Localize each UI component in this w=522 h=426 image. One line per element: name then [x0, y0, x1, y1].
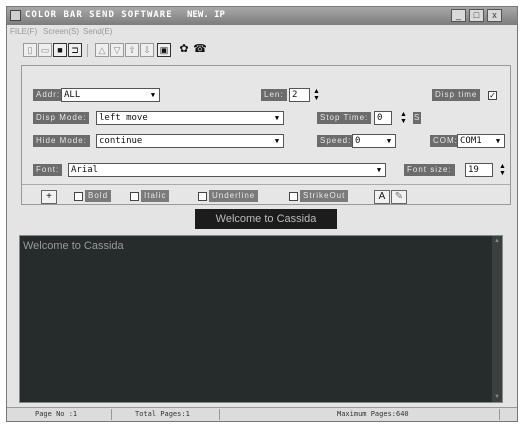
- addr-label: Addr:: [33, 89, 64, 101]
- open-file-icon[interactable]: ▭: [38, 43, 52, 57]
- status-divider: [219, 409, 220, 420]
- speed-label: Speed:: [317, 135, 355, 147]
- disp-mode-label: Disp Mode:: [33, 112, 90, 124]
- stop-time-unit: S: [413, 112, 422, 124]
- underline-label: Underline: [209, 190, 259, 202]
- com-value: COM1: [460, 136, 482, 146]
- phone-icon[interactable]: ☎: [193, 43, 207, 57]
- print-icon[interactable]: ⊐: [68, 43, 82, 57]
- save-icon[interactable]: ■: [53, 43, 67, 57]
- chevron-down-icon: ▼: [274, 114, 280, 122]
- settings-icon[interactable]: ✿: [177, 43, 191, 57]
- new-file-icon[interactable]: ▯: [23, 43, 37, 57]
- preview-display: Welcome to Cassida: [195, 209, 337, 229]
- chevron-down-icon: ▼: [274, 137, 280, 145]
- menu-bar: FILE(F) Screen(S) Send(E): [7, 26, 517, 39]
- maximize-button[interactable]: □: [469, 9, 484, 22]
- font-value: Arial: [71, 165, 99, 175]
- strikeout-label: StrikeOut: [300, 190, 349, 202]
- chevron-down-icon: ▼: [495, 137, 501, 145]
- stop-time-input[interactable]: 0: [374, 111, 392, 125]
- toolbar: ▯ ▭ ■ ⊐ △ ▽ ⇧ ⇩ ▣ ✿ ☎: [7, 41, 517, 61]
- chevron-down-icon: ▼: [150, 91, 156, 99]
- status-maximum-pages: Maximum Pages:640: [337, 410, 409, 418]
- status-bar: Page No :1 Total Pages:1 Maximum Pages:6…: [7, 407, 517, 421]
- editor-scrollbar[interactable]: ▲ ▼: [492, 236, 502, 402]
- len-input[interactable]: 2: [289, 88, 310, 102]
- status-divider: [111, 409, 112, 420]
- disp-mode-select[interactable]: left move ▼: [96, 111, 284, 125]
- status-page-no: Page No :1: [35, 410, 78, 418]
- menu-send[interactable]: Send(E): [83, 27, 112, 36]
- font-size-spinner-icon[interactable]: ▲ ▼: [498, 163, 507, 177]
- disp-time-checkbox[interactable]: ✓: [488, 91, 497, 100]
- chevron-down-icon: ▼: [386, 137, 392, 145]
- disp-time-label: Disp time: [432, 89, 481, 101]
- hide-mode-select[interactable]: continue ▼: [96, 134, 284, 148]
- editor-text: Welcome to Cassida: [23, 240, 124, 252]
- italic-label: Italic: [141, 190, 170, 202]
- speed-select[interactable]: 0 ▼: [352, 134, 396, 148]
- underline-checkbox[interactable]: [198, 192, 207, 201]
- add-page-button[interactable]: +: [41, 190, 57, 204]
- italic-checkbox[interactable]: [130, 192, 139, 201]
- stop-time-spinner-icon[interactable]: ▲ ▼: [399, 111, 408, 125]
- status-divider: [499, 409, 500, 420]
- len-spinner-icon[interactable]: ▲ ▼: [312, 88, 321, 102]
- bold-checkbox[interactable]: [74, 192, 83, 201]
- message-editor[interactable]: Welcome to Cassida ▲ ▼: [19, 235, 503, 403]
- hide-mode-label: Hide Mode:: [33, 135, 90, 147]
- scroll-up-icon[interactable]: ▲: [492, 236, 502, 246]
- main-window: COLOR BAR SEND SOFTWARE NEW. IP _ □ x FI…: [6, 6, 518, 422]
- len-label: Len:: [261, 89, 287, 101]
- panel-divider: [22, 184, 510, 185]
- font-label: Font:: [33, 164, 63, 176]
- menu-screen[interactable]: Screen(S): [43, 27, 79, 36]
- pen-icon[interactable]: ✎: [391, 190, 407, 204]
- speed-value: 0: [355, 136, 361, 146]
- window-title: COLOR BAR SEND SOFTWARE: [25, 10, 173, 20]
- align-center-icon[interactable]: ▽: [110, 43, 124, 57]
- font-size-label: Font size:: [404, 164, 455, 176]
- chevron-down-icon: ▼: [376, 166, 382, 174]
- addr-select[interactable]: ALL ▼: [61, 88, 160, 102]
- scroll-down-icon[interactable]: ▼: [492, 392, 502, 402]
- addr-value: ALL: [64, 90, 81, 100]
- hide-mode-value: continue: [99, 136, 143, 146]
- bold-label: Bold: [85, 190, 112, 202]
- toolbar-separator: [87, 44, 88, 57]
- minimize-button[interactable]: _: [451, 9, 466, 22]
- text-color-icon[interactable]: A: [374, 190, 390, 204]
- window-version: NEW. IP: [187, 10, 225, 20]
- stop-time-label: Stop Time:: [317, 112, 372, 124]
- title-bar: COLOR BAR SEND SOFTWARE NEW. IP _ □ x: [7, 7, 517, 25]
- font-size-input[interactable]: 19: [465, 163, 493, 177]
- disp-mode-value: left move: [99, 113, 148, 123]
- align-left-icon[interactable]: △: [95, 43, 109, 57]
- align-justify-icon[interactable]: ⇩: [140, 43, 154, 57]
- com-select[interactable]: COM1 ▼: [457, 134, 505, 148]
- settings-panel: Addr: ALL ▼ Len: 2 ▲ ▼ Disp time ✓ Disp M…: [21, 65, 511, 205]
- menu-file[interactable]: FILE(F): [10, 27, 37, 36]
- status-total-pages: Total Pages:1: [135, 410, 190, 418]
- align-right-icon[interactable]: ⇧: [125, 43, 139, 57]
- font-select[interactable]: Arial ▼: [68, 163, 386, 177]
- app-icon: [10, 10, 21, 21]
- play-icon[interactable]: ▣: [157, 43, 171, 57]
- close-button[interactable]: x: [487, 9, 502, 22]
- strikeout-checkbox[interactable]: [289, 192, 298, 201]
